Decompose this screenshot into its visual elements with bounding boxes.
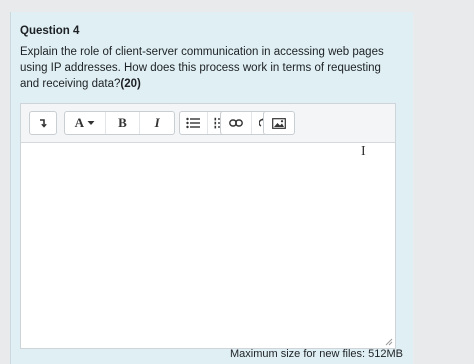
toolbar-group-format: A B I [64, 111, 175, 135]
question-prompt: Explain the role of client-server commun… [20, 46, 384, 90]
font-style-dropdown[interactable]: A [65, 112, 105, 134]
resize-handle-icon[interactable] [385, 338, 393, 346]
insert-image-button[interactable] [264, 112, 294, 134]
dropdown-caret-icon [87, 121, 95, 125]
unordered-list-icon [186, 117, 201, 129]
unordered-list-button[interactable] [180, 112, 207, 134]
toolbar-group-expand [29, 111, 57, 135]
editor-toolbar: A B I [21, 104, 395, 143]
answer-textarea[interactable] [21, 143, 395, 348]
text-cursor-icon: I [361, 144, 366, 159]
question-marks: (20) [120, 78, 141, 90]
expand-toolbar-icon [40, 119, 47, 128]
link-icon [228, 119, 243, 127]
font-style-label: A [74, 115, 84, 130]
answer-editor: A B I I [20, 103, 396, 349]
image-icon [272, 117, 286, 129]
bold-button[interactable]: B [104, 112, 140, 134]
question-title: Question 4 [20, 25, 80, 37]
question-text: Explain the role of client-server commun… [20, 44, 402, 92]
expand-toolbar-button[interactable] [30, 112, 56, 134]
italic-button[interactable]: I [139, 112, 174, 134]
max-file-size-note: Maximum size for new files: 512MB [230, 348, 403, 360]
toolbar-group-media [263, 111, 295, 135]
link-button[interactable] [221, 112, 251, 134]
